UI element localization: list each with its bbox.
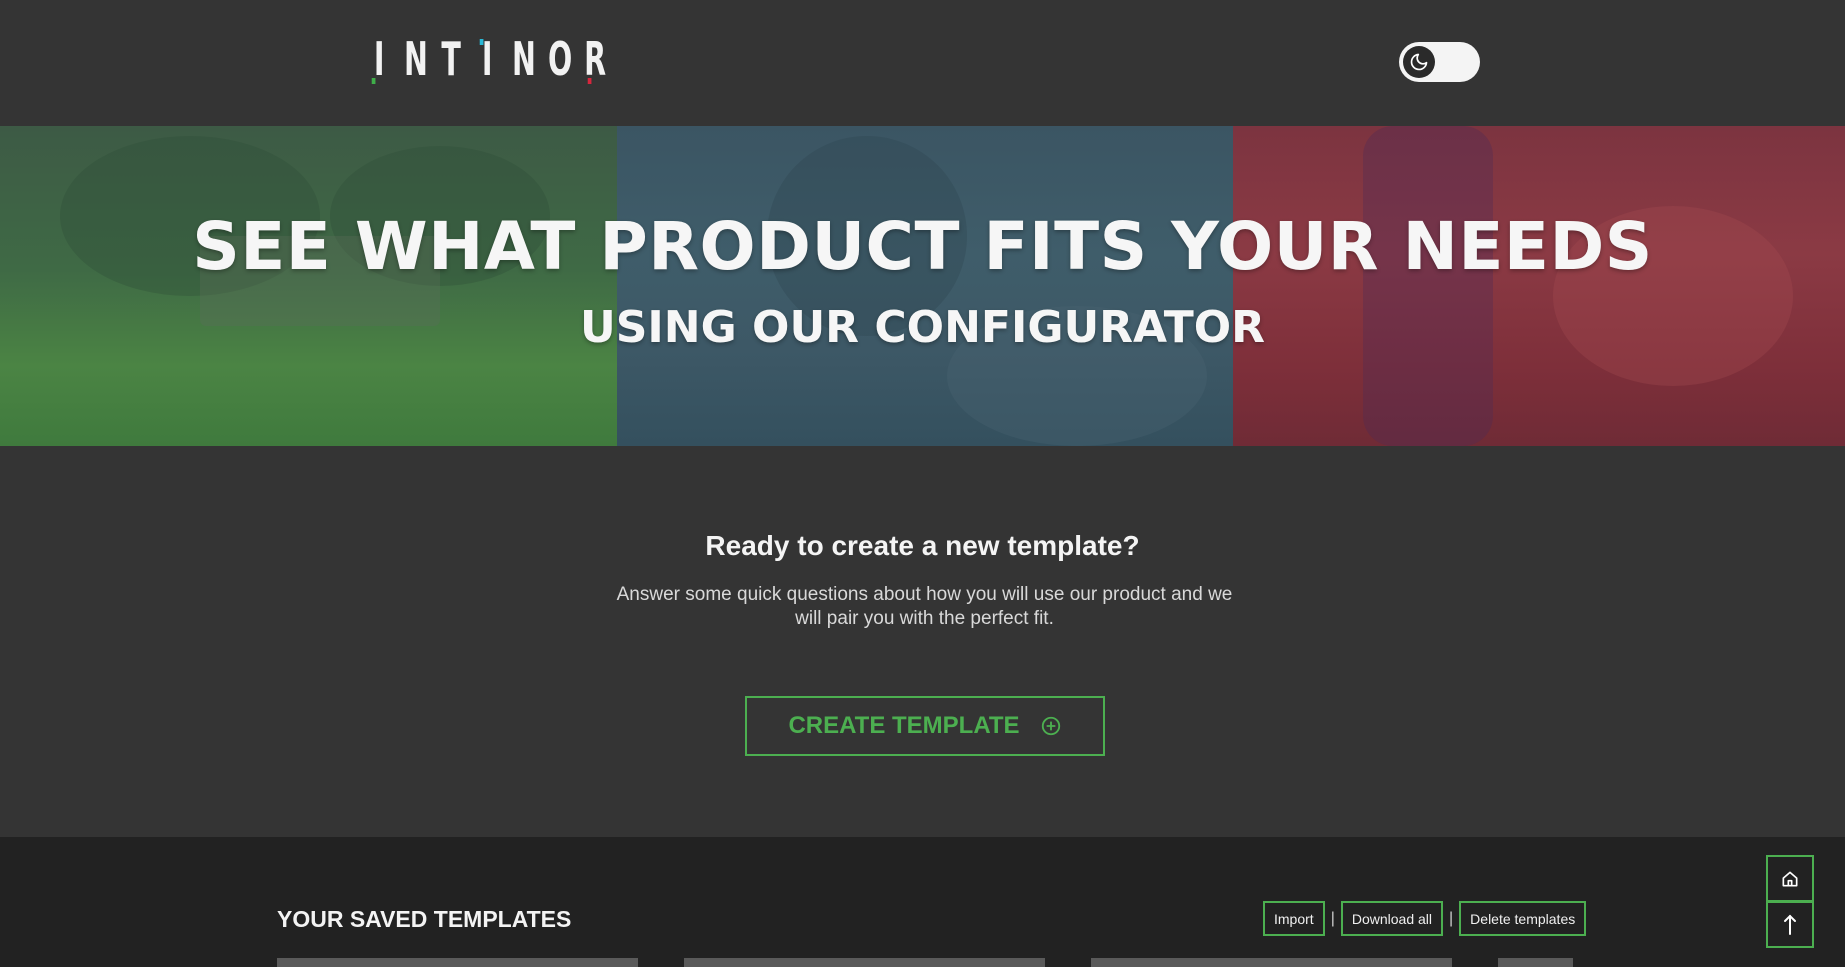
theme-toggle-knob <box>1403 46 1435 78</box>
hero-banner <box>0 126 1845 446</box>
create-template-button[interactable]: CREATE TEMPLATE <box>745 696 1105 756</box>
hero-panel-red <box>1233 126 1845 446</box>
hero-panel-blue <box>617 126 1233 446</box>
hero-subtitle: USING OUR CONFIGURATOR <box>580 302 1265 353</box>
cta-heading: Ready to create a new template? <box>705 530 1140 561</box>
person-shape <box>1363 126 1493 446</box>
hero-title: SEE WHAT PRODUCT FITS YOUR NEEDS <box>192 208 1653 285</box>
saved-templates-actions: Import | Download all | Delete templates <box>1263 901 1587 936</box>
logo-accent-cyan <box>479 39 484 45</box>
separator: | <box>1330 909 1335 927</box>
saved-templates-section: YOUR SAVED TEMPLATES Import | Download a… <box>0 837 1845 967</box>
separator: | <box>1449 909 1454 927</box>
template-card[interactable] <box>684 958 1045 967</box>
logo-letter-2: N <box>404 32 428 86</box>
create-template-label: CREATE TEMPLATE <box>788 712 1020 739</box>
logo-letter-5: N <box>512 32 536 86</box>
hero-panel-green <box>0 126 617 446</box>
logo-accent-red <box>587 78 592 84</box>
arrow-up-icon <box>1784 914 1796 935</box>
logo-letter-3: T <box>441 32 461 86</box>
scroll-to-top-button[interactable] <box>1766 901 1814 948</box>
import-button[interactable]: Import <box>1263 901 1325 936</box>
theme-toggle[interactable] <box>1399 42 1480 82</box>
template-card[interactable] <box>1091 958 1452 967</box>
top-bar: I N T I N O R <box>0 0 1845 126</box>
template-card[interactable] <box>1498 958 1573 967</box>
logo-letter-1: I <box>368 36 390 84</box>
saved-templates-title: YOUR SAVED TEMPLATES <box>277 906 572 932</box>
logo-letter-4: I <box>476 36 498 82</box>
download-all-button[interactable]: Download all <box>1340 901 1444 936</box>
cta-description: Answer some quick questions about how yo… <box>616 584 1233 629</box>
moon-icon <box>1410 53 1428 71</box>
create-template-section: Ready to create a new template? Answer s… <box>0 446 1845 837</box>
logo-accent-green <box>371 78 376 84</box>
logo-letter-6: O <box>548 32 573 86</box>
logo-letter-7: R <box>584 32 607 86</box>
intinor-logo[interactable]: I N T I N O R <box>368 32 620 86</box>
delete-templates-button[interactable]: Delete templates <box>1459 901 1587 936</box>
home-button[interactable] <box>1766 855 1814 902</box>
plus-circle-icon <box>1041 716 1060 736</box>
home-icon <box>1782 871 1798 886</box>
template-card[interactable] <box>277 958 638 967</box>
